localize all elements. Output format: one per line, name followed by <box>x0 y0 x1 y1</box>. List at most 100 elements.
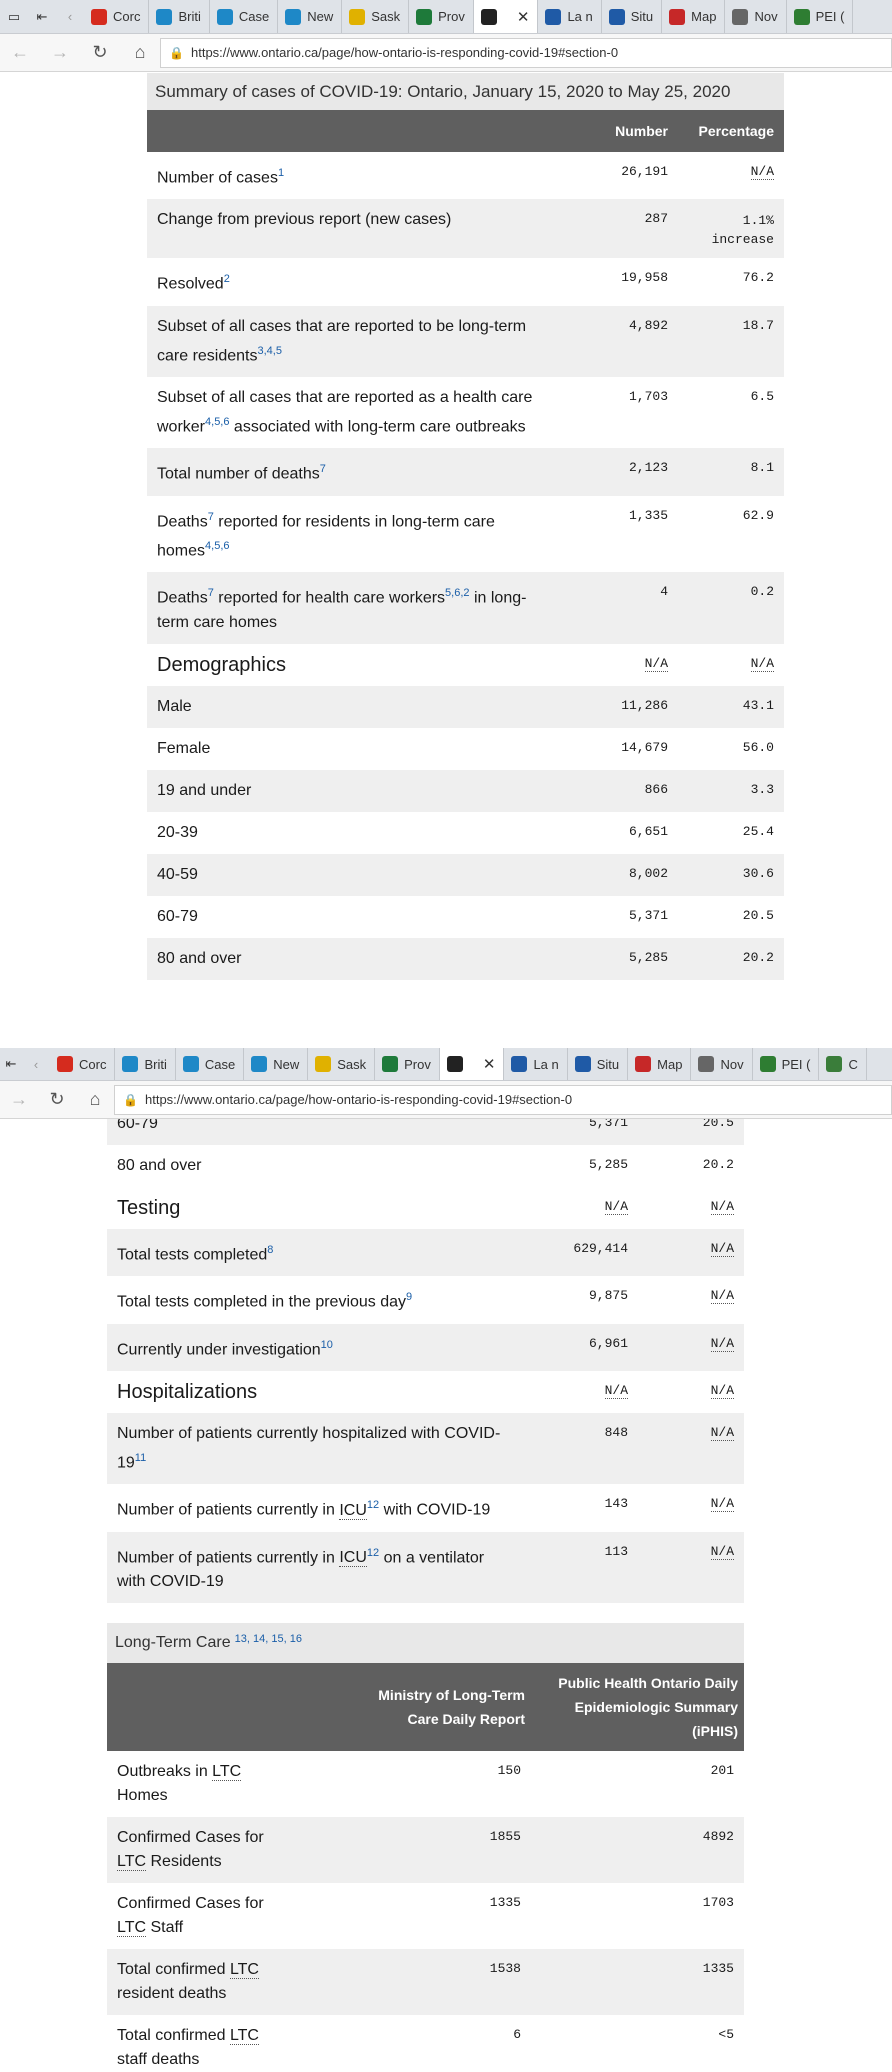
footnote-link[interactable]: 13 <box>235 1633 247 1645</box>
forward-icon[interactable]: → <box>0 1081 38 1119</box>
table-row: Change from previous report (new cases) 2… <box>147 199 784 259</box>
tab-label: New <box>307 9 334 24</box>
abbr: N/A <box>750 164 774 180</box>
browser-tab[interactable]: La n <box>504 1048 568 1080</box>
flower-icon <box>315 1056 332 1072</box>
abbr: N/A <box>604 1382 628 1399</box>
browser-tab[interactable]: Situ <box>568 1048 629 1080</box>
tab-scroll-left-icon[interactable]: ‹ <box>22 1048 50 1080</box>
browser-tab[interactable]: Case <box>210 0 279 33</box>
url-field[interactable]: 🔒 https://www.ontario.ca/page/how-ontari… <box>160 37 892 68</box>
browser-tab[interactable]: ✕ <box>439 1048 505 1080</box>
footnote-link[interactable]: 7 <box>320 463 326 475</box>
table-caption: Summary of cases of COVID-19: Ontario, J… <box>147 73 784 110</box>
table-row: Male 11,286 43.1 <box>147 685 784 728</box>
back-icon[interactable]: ← <box>0 34 40 72</box>
browser-tab[interactable]: Sask <box>342 0 410 33</box>
footnote-link[interactable]: 4,5,6 <box>205 416 229 428</box>
ministry-cell: 6 <box>513 2026 521 2042</box>
home-icon[interactable]: ⌂ <box>76 1081 114 1119</box>
number-cell: 1,703 <box>628 388 668 404</box>
number-cell: 143 <box>604 1496 628 1512</box>
row-label: Total number of deaths7 <box>147 448 572 496</box>
summary-table: Number Percentage Number of cases1 26,191… <box>147 110 784 985</box>
percentage-cell: 3.3 <box>678 769 784 812</box>
footnote-link[interactable]: 7 <box>208 511 214 523</box>
browser-tab[interactable]: Nov <box>725 0 787 33</box>
percentage-cell: 62.9 <box>742 507 774 523</box>
table-row: Confirmed Cases for LTC Staff 1335 1703 <box>107 1883 744 1949</box>
browser-tab[interactable]: Nov <box>691 1048 753 1080</box>
browser-tab[interactable]: La n <box>538 0 602 33</box>
table-row: 80 and over 5,285 20.2 <box>107 1145 744 1187</box>
table-row: Deaths7 reported for residents in long-t… <box>147 496 784 573</box>
browser-tab[interactable]: Situ <box>602 0 663 33</box>
globe-icon <box>156 8 173 25</box>
table-row: Number of cases1 26,191 N/A <box>147 152 784 199</box>
row-label: Total confirmed LTC staff deaths <box>117 2026 259 2068</box>
tab-actions-icon[interactable]: ▭ <box>0 0 28 33</box>
browser-tab[interactable]: Map <box>662 0 726 33</box>
browser-tab[interactable]: Briti <box>149 0 210 33</box>
browser-tab[interactable]: Corc <box>84 0 150 33</box>
sheet-icon <box>416 8 433 25</box>
page-content: 60-79 5,371 20.5 80 and over 5,285 20.2 Testin… <box>107 1119 744 2072</box>
footnote-link[interactable]: 16 <box>290 1633 302 1645</box>
close-icon[interactable]: ✕ <box>517 8 530 26</box>
abbr: LTC <box>212 1762 242 1781</box>
row-label: Number of cases1 <box>157 167 285 187</box>
footnote-link[interactable]: 15 <box>271 1633 283 1645</box>
forward-icon[interactable]: → <box>40 34 80 72</box>
table-row: Total tests completed in the previous da… <box>107 1276 744 1323</box>
browser-tab[interactable]: Case <box>176 1048 245 1080</box>
footnote-link[interactable]: 3,4,5 <box>258 345 282 357</box>
footnote-link[interactable]: 14 <box>253 1633 265 1645</box>
tab-preview-icon[interactable]: ⇤ <box>28 0 56 33</box>
footnote-link[interactable]: 4,5,6 <box>205 540 229 552</box>
refresh-icon[interactable]: ↻ <box>80 34 120 72</box>
close-icon[interactable]: ✕ <box>483 1055 496 1073</box>
browser-tab[interactable]: C <box>819 1048 867 1080</box>
tab-label: Nov <box>754 9 778 24</box>
footnote-link[interactable]: 2 <box>224 273 230 285</box>
row-label: Change from previous report (new cases) <box>147 199 572 259</box>
footnote-link[interactable]: 11 <box>135 1452 146 1464</box>
footnote-link[interactable]: 8 <box>267 1244 273 1256</box>
row-label: Confirmed Cases for LTC Residents <box>107 1816 321 1883</box>
browser-tab[interactable]: PEI ( <box>787 0 854 33</box>
browser-tab[interactable]: Sask <box>308 1048 376 1080</box>
abbr: N/A <box>710 1424 734 1441</box>
tab-scroll-left-icon[interactable]: ‹ <box>56 0 84 33</box>
browser-tab[interactable]: Corc <box>50 1048 116 1080</box>
abbr: N/A <box>710 1382 734 1399</box>
percentage-cell: N/A <box>678 152 784 199</box>
browser-tab[interactable]: New <box>244 1048 309 1080</box>
shield-icon <box>446 1056 463 1072</box>
url-field[interactable]: 🔒 https://www.ontario.ca/page/how-ontari… <box>114 1084 892 1115</box>
footnote-link[interactable]: 7 <box>208 587 214 599</box>
footnote-link[interactable]: 12 <box>367 1547 379 1559</box>
footnote-link[interactable]: 1 <box>278 167 284 179</box>
chart-icon <box>251 1056 268 1072</box>
fleur-icon <box>545 8 562 25</box>
tab-preview-icon[interactable]: ⇤ <box>0 1048 22 1080</box>
footnote-link[interactable]: 10 <box>321 1339 333 1351</box>
number-header: Number <box>572 110 678 152</box>
table-row: Currently under investigation10 6,961 N/A <box>107 1323 744 1371</box>
browser-tab[interactable]: Briti <box>115 1048 176 1080</box>
footnote-link[interactable]: 12 <box>367 1499 379 1511</box>
browser-tab[interactable]: Prov <box>375 1048 440 1080</box>
refresh-icon[interactable]: ↻ <box>38 1081 76 1119</box>
browser-tab[interactable]: ✕ <box>473 0 539 33</box>
browser-tab[interactable]: Map <box>628 1048 692 1080</box>
table-row: Confirmed Cases for LTC Residents 1855 4892 <box>107 1816 744 1883</box>
footnote-link[interactable]: 5,6,2 <box>445 587 469 599</box>
home-icon[interactable]: ⌂ <box>120 34 160 72</box>
table-row: Number of patients currently in ICU12 wi… <box>107 1484 744 1531</box>
tab-label: Sask <box>337 1056 367 1072</box>
browser-tab[interactable]: Prov <box>409 0 474 33</box>
browser-tab[interactable]: PEI ( <box>753 1048 820 1080</box>
footnote-link[interactable]: 9 <box>406 1291 412 1303</box>
browser-tab[interactable]: New <box>278 0 343 33</box>
number-cell: 6,651 <box>628 823 668 839</box>
